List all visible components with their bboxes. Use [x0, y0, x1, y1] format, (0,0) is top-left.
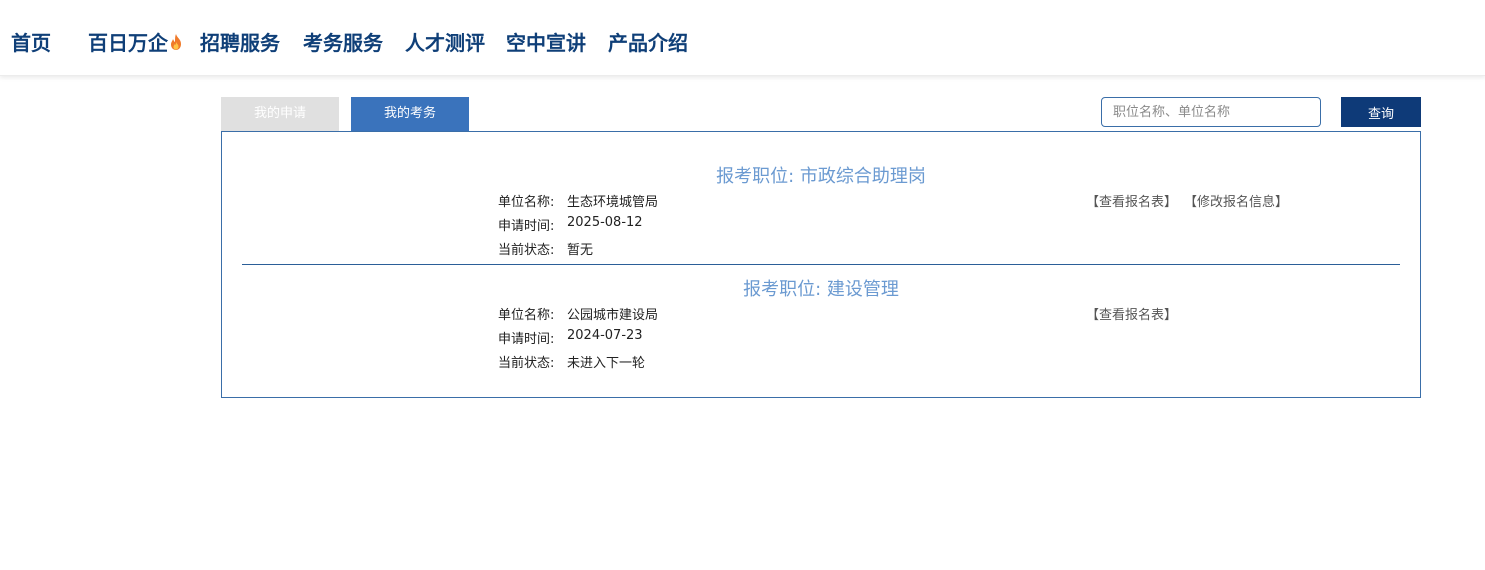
- records-panel: 报考职位: 市政综合助理岗 单位名称: 生态环境城管局 申请时间: 2025-0…: [221, 131, 1421, 398]
- view-registration-form-link[interactable]: 【查看报名表】: [1086, 191, 1177, 210]
- nav-baiwanqi-label: 百日万企: [88, 31, 168, 55]
- edit-registration-info-link[interactable]: 【修改报名信息】: [1184, 191, 1288, 210]
- nav-baiwanqi[interactable]: 百日万企: [88, 30, 183, 56]
- view-registration-form-link[interactable]: 【查看报名表】: [1086, 304, 1177, 323]
- nav-talent-assessment[interactable]: 人才测评: [405, 30, 485, 56]
- unit-label: 单位名称:: [498, 195, 555, 210]
- apply-time-value: 2025-08-12: [567, 215, 643, 230]
- nav-air-lecture[interactable]: 空中宣讲: [506, 30, 586, 56]
- nav-exam-services[interactable]: 考务服务: [303, 30, 383, 56]
- record-title: 报考职位: 建设管理: [743, 279, 899, 300]
- search-input[interactable]: [1101, 97, 1321, 127]
- nav-recruitment[interactable]: 招聘服务: [200, 30, 280, 56]
- record-title: 报考职位: 市政综合助理岗: [716, 166, 926, 187]
- unit-value: 公园城市建设局: [567, 308, 659, 323]
- nav-home[interactable]: 首页: [11, 30, 51, 56]
- apply-time-label: 申请时间:: [498, 219, 555, 234]
- status-label: 当前状态:: [498, 243, 555, 258]
- tab-my-applications[interactable]: 我的申请: [221, 97, 339, 131]
- search-button[interactable]: 查询: [1341, 97, 1421, 127]
- apply-time-label: 申请时间:: [498, 332, 555, 347]
- status-label: 当前状态:: [498, 356, 555, 371]
- unit-label: 单位名称:: [498, 308, 555, 323]
- unit-value: 生态环境城管局: [567, 195, 659, 210]
- apply-time-value: 2024-07-23: [567, 328, 643, 343]
- status-value: 未进入下一轮: [567, 356, 646, 371]
- tab-my-exams[interactable]: 我的考务: [351, 97, 469, 131]
- record-divider: [242, 264, 1400, 265]
- status-value: 暂无: [567, 243, 594, 258]
- top-navigation: 首页 百日万企 招聘服务 考务服务 人才测评 空中宣讲 产品介绍: [0, 0, 1485, 76]
- nav-products[interactable]: 产品介绍: [608, 30, 688, 56]
- fire-icon: [169, 31, 183, 50]
